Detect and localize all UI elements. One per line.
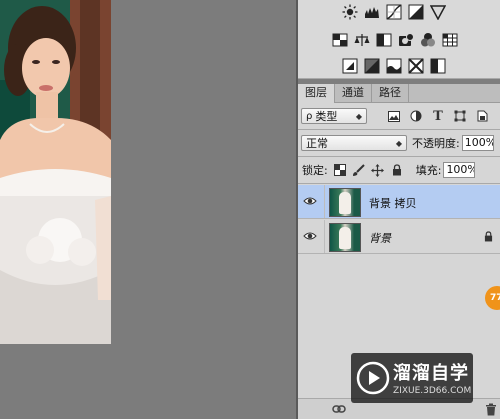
layer-row[interactable]: 背景 — [298, 220, 500, 254]
brightness-contrast-icon[interactable] — [342, 4, 358, 20]
color-balance-icon[interactable] — [354, 32, 370, 48]
chevron-up-down-icon: ◆ — [355, 111, 362, 121]
blend-mode-label: 正常 — [306, 137, 328, 150]
lock-transparent-pixels-icon[interactable] — [333, 163, 347, 177]
adjustments-row-3 — [342, 58, 446, 74]
eye-column-separator — [324, 185, 325, 218]
document-canvas[interactable] — [0, 0, 296, 419]
watermark-subtitle: ZIXUE.3D66.COM — [393, 386, 472, 396]
posterize-icon[interactable] — [364, 58, 380, 74]
document-photo[interactable] — [0, 0, 111, 344]
lock-label: 锁定: — [302, 164, 328, 177]
gradient-map-icon[interactable] — [408, 58, 424, 74]
layer-thumbnail[interactable] — [329, 223, 361, 252]
watermark-title: 溜溜自学 — [393, 363, 469, 384]
color-lookup-icon[interactable] — [442, 32, 458, 48]
chevron-up-down-icon: ◆ — [395, 138, 402, 148]
threshold-icon[interactable] — [386, 58, 402, 74]
thumbnail-figure — [339, 227, 351, 249]
curves-icon[interactable] — [386, 4, 402, 20]
lock-all-icon[interactable] — [390, 163, 404, 177]
opacity-label: 不透明度: — [412, 137, 460, 150]
layers-panel-tabbar: 图层 通道 路径 — [298, 84, 500, 103]
filter-icons: T — [387, 109, 489, 124]
blend-mode-select[interactable]: 正常 ◆ — [301, 135, 407, 151]
layer-filter-row: ρ 类型 ◆ T — [298, 107, 500, 125]
lock-row: 锁定: 填充: 100% — [298, 161, 500, 179]
delete-layer-trash-icon[interactable] — [484, 402, 498, 416]
filter-kind-select[interactable]: ρ 类型 ◆ — [301, 108, 367, 124]
lock-icons — [333, 163, 404, 177]
thumbnail-figure — [339, 192, 351, 214]
layer-row[interactable]: 背景 拷贝 — [298, 185, 500, 219]
filter-shape-layers-icon[interactable] — [453, 109, 467, 123]
hue-saturation-icon[interactable] — [332, 32, 348, 48]
vibrance-icon[interactable] — [430, 4, 446, 20]
play-logo-icon — [356, 361, 390, 395]
adjustments-row-1 — [342, 4, 446, 20]
divider — [298, 183, 500, 184]
tab-channels[interactable]: 通道 — [335, 84, 372, 102]
link-layers-icon[interactable] — [332, 402, 346, 416]
visibility-eye-icon[interactable] — [303, 230, 317, 242]
bride-photo-illustration — [0, 0, 111, 344]
fill-input[interactable]: 100% — [443, 162, 476, 178]
layer-thumbnail[interactable] — [329, 188, 361, 217]
filter-search-icon: ρ — [306, 110, 313, 122]
eye-column-separator — [324, 220, 325, 253]
photo-filter-icon[interactable] — [398, 32, 414, 48]
channel-mixer-icon[interactable] — [420, 32, 436, 48]
adjustments-panel — [298, 0, 500, 79]
blend-row: 正常 ◆ 不透明度: 100% — [298, 134, 500, 152]
invert-icon[interactable] — [342, 58, 358, 74]
selective-color-icon[interactable] — [430, 58, 446, 74]
divider — [298, 129, 500, 130]
filter-type-layers-icon[interactable]: T — [431, 109, 445, 124]
watermark: 溜溜自学 ZIXUE.3D66.COM — [351, 353, 473, 403]
layer-name[interactable]: 背景 — [369, 230, 391, 246]
adjustments-row-2 — [332, 32, 458, 48]
visibility-eye-icon[interactable] — [303, 195, 317, 207]
divider — [298, 156, 500, 157]
layer-name[interactable]: 背景 拷贝 — [369, 195, 417, 211]
tab-layers[interactable]: 图层 — [298, 84, 335, 103]
lock-position-move-icon[interactable] — [371, 163, 385, 177]
filter-kind-label: 类型 — [315, 110, 338, 123]
levels-icon[interactable] — [364, 4, 380, 20]
exposure-icon[interactable] — [408, 4, 424, 20]
filter-smart-objects-icon[interactable] — [475, 109, 489, 123]
tab-paths[interactable]: 路径 — [372, 84, 409, 102]
filter-pixel-layers-icon[interactable] — [387, 109, 401, 123]
black-white-icon[interactable] — [376, 32, 392, 48]
fill-label: 填充: — [415, 164, 442, 177]
opacity-input[interactable]: 100% — [461, 135, 494, 151]
layer-lock-icon — [484, 231, 493, 242]
lock-image-pixels-brush-icon[interactable] — [352, 163, 366, 177]
filter-adjustment-layers-icon[interactable] — [409, 109, 423, 123]
